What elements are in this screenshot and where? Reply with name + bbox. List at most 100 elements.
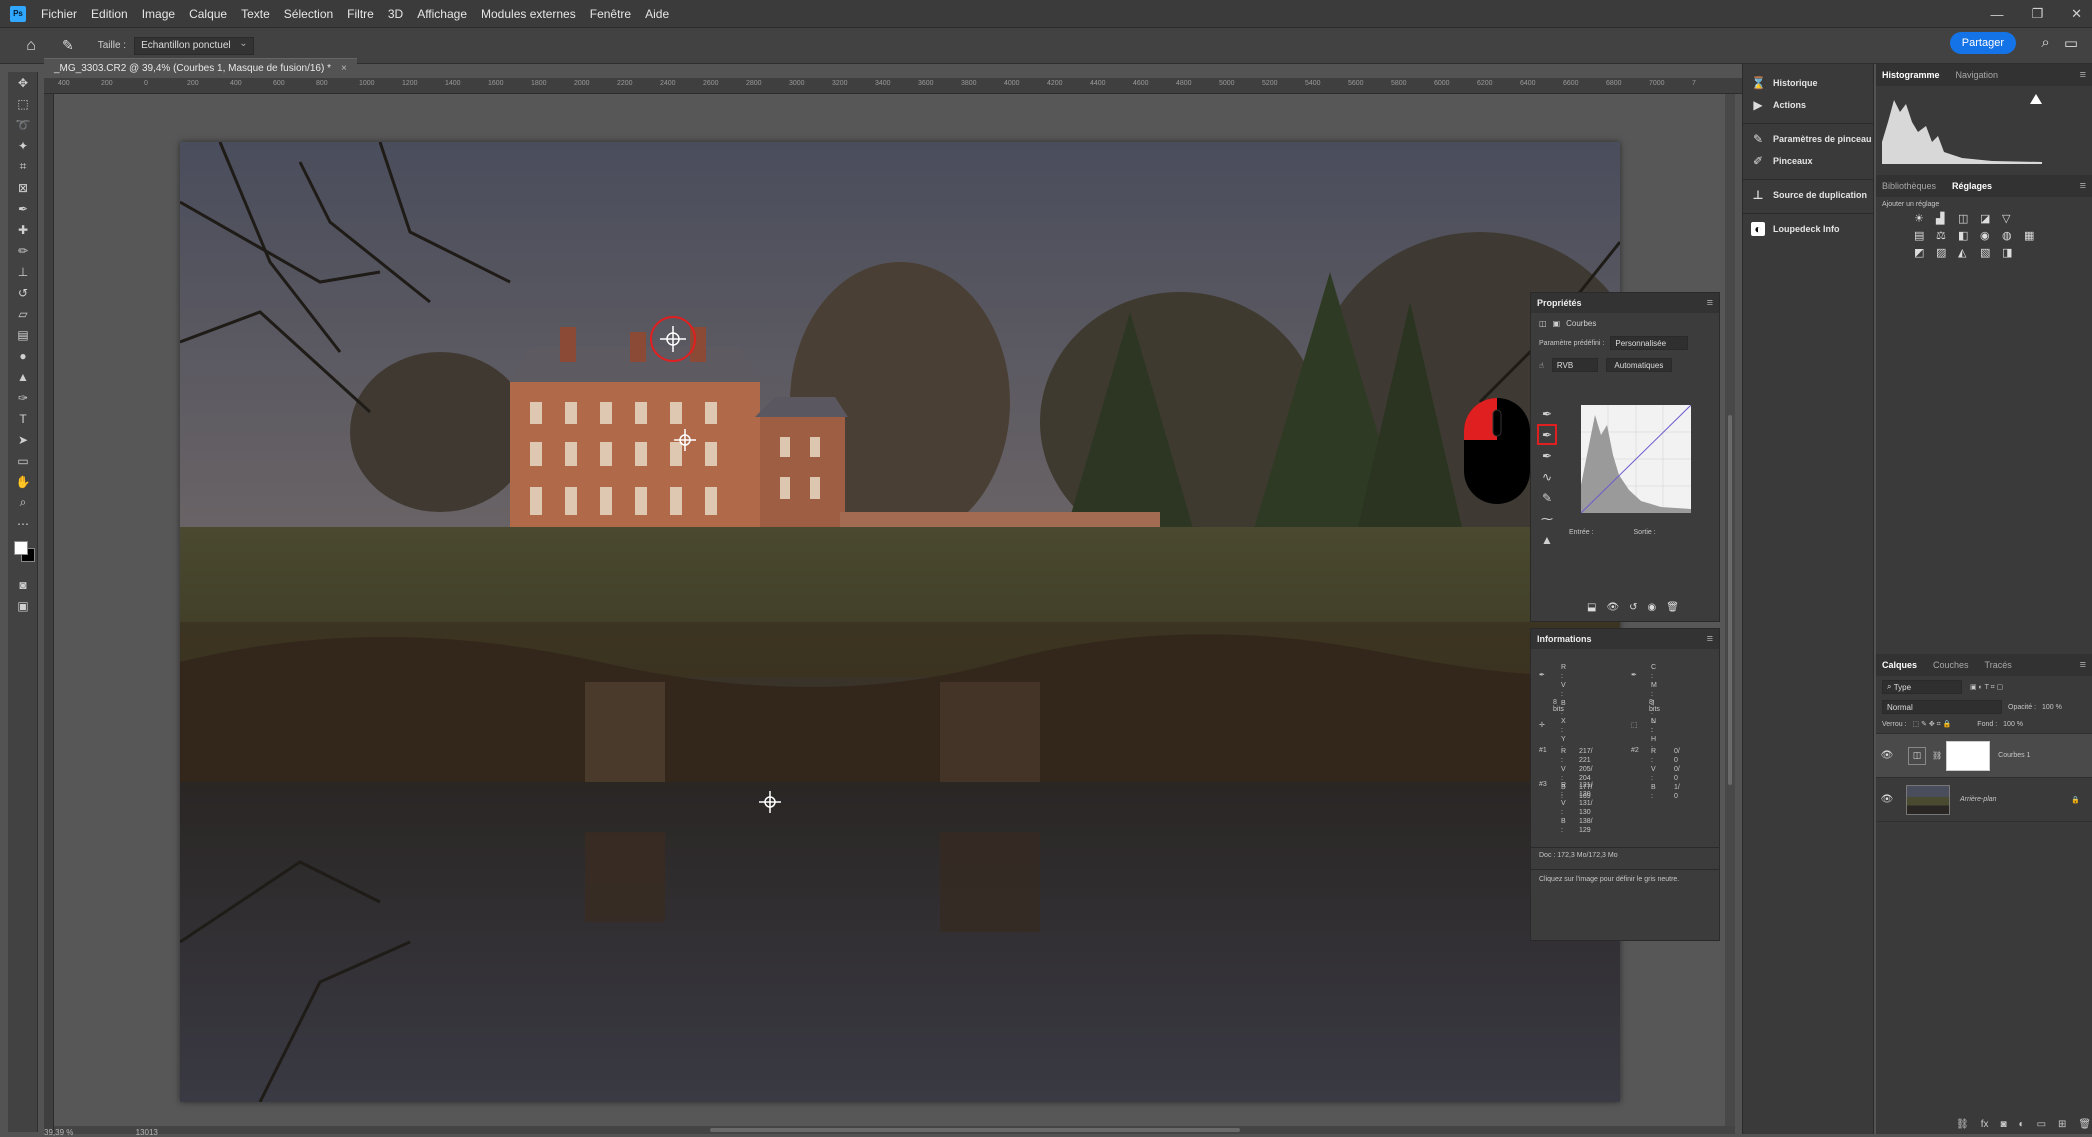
link-layers-icon[interactable]: ⛓ [1956, 1119, 1969, 1130]
sample-size-select[interactable]: Echantillon ponctuel [134, 36, 254, 55]
layer-name[interactable]: Courbes 1 [1998, 752, 2030, 759]
path-selection-icon[interactable]: ➤ [8, 429, 38, 450]
tab-histogramme[interactable]: Histogramme [1882, 70, 1940, 80]
close-icon[interactable]: ✕ [2071, 6, 2082, 22]
gray-point-eyedropper-icon[interactable]: ✒ [1537, 424, 1557, 445]
invert-icon[interactable]: ◩ [1914, 246, 1932, 259]
menu-texte[interactable]: Texte [234, 7, 277, 21]
preset-select[interactable]: Personnalisée [1610, 336, 1689, 350]
layer-filter-select[interactable]: ⌕ Type [1882, 680, 1962, 694]
threshold-icon[interactable]: ◭ [1958, 246, 1976, 259]
zoom-tool-icon[interactable]: ⌕ [8, 492, 38, 513]
color-swatches[interactable] [8, 534, 37, 574]
view-previous-icon[interactable]: 👁 [1606, 602, 1619, 613]
black-point-eyedropper-icon[interactable]: ✒ [1537, 403, 1557, 424]
menu-fenetre[interactable]: Fenêtre [583, 7, 638, 21]
layer-row-arriere-plan[interactable]: 👁 Arrière-plan 🔒 [1876, 778, 2092, 822]
dock-loupedeck[interactable]: ◐ Loupedeck Info [1743, 218, 1873, 240]
minimize-icon[interactable]: — [1990, 7, 2003, 22]
blur-tool-icon[interactable]: ● [8, 345, 38, 366]
dodge-tool-icon[interactable]: ▲ [8, 366, 38, 387]
workspace-icon[interactable]: ▭ [2064, 34, 2078, 52]
crop-tool-icon[interactable]: ⌗ [8, 156, 38, 177]
clip-to-layer-icon[interactable]: ⬓ [1587, 602, 1596, 613]
fx-icon[interactable]: fx [1981, 1119, 1989, 1130]
shape-tool-icon[interactable]: ▭ [8, 450, 38, 471]
dock-historique[interactable]: ⌛ Historique [1743, 72, 1873, 94]
quick-mask-icon[interactable]: ◙ [8, 574, 38, 595]
panel-menu-icon[interactable]: ≡ [1707, 633, 1713, 645]
layer-mask-thumbnail[interactable] [1946, 740, 1991, 771]
tab-reglages[interactable]: Réglages [1952, 181, 1992, 191]
menu-selection[interactable]: Sélection [277, 7, 340, 21]
eyedropper-icon[interactable]: ✒ [8, 198, 38, 219]
menu-fichier[interactable]: Fichier [34, 7, 84, 21]
new-layer-icon[interactable]: ⊞ [2058, 1119, 2066, 1130]
menu-modules-externes[interactable]: Modules externes [474, 7, 583, 21]
dock-clone-source[interactable]: ⊥ Source de duplication [1743, 184, 1873, 206]
opacity-value[interactable]: 100 % [2042, 704, 2062, 711]
vertical-scroll-thumb[interactable] [1728, 415, 1732, 785]
menu-filtre[interactable]: Filtre [340, 7, 381, 21]
stamp-tool-icon[interactable]: ⊥ [8, 261, 38, 282]
new-group-icon[interactable]: ▭ [2037, 1119, 2046, 1130]
vibrance-icon[interactable]: ▽ [2002, 212, 2020, 225]
new-adjustment-icon[interactable]: ◐ [2019, 1119, 2025, 1130]
color-balance-icon[interactable]: ⚖ [1936, 229, 1954, 242]
history-brush-icon[interactable]: ↺ [8, 282, 38, 303]
eraser-tool-icon[interactable]: ▱ [8, 303, 38, 324]
photo-filter-icon[interactable]: ◉ [1980, 229, 1998, 242]
visibility-eye-icon[interactable]: 👁 [1876, 794, 1898, 805]
visibility-icon[interactable]: ◉ [1648, 602, 1657, 613]
dock-brush-settings[interactable]: ✎ Paramètres de pinceau [1743, 128, 1873, 150]
tab-calques[interactable]: Calques [1882, 660, 1917, 670]
horizontal-scroll-thumb[interactable] [710, 1128, 1240, 1132]
posterize-icon[interactable]: ▨ [1936, 246, 1954, 259]
auto-button[interactable]: Automatiques [1605, 358, 1672, 372]
curves-icon[interactable]: ◫ [1958, 212, 1976, 225]
menu-edition[interactable]: Edition [84, 7, 135, 21]
home-icon[interactable]: ⌂ [20, 35, 42, 57]
tab-navigation[interactable]: Navigation [1956, 70, 1999, 80]
menu-image[interactable]: Image [135, 7, 182, 21]
on-image-adjust-icon[interactable]: ☝ [1539, 361, 1544, 370]
frame-tool-icon[interactable]: ⊠ [8, 177, 38, 198]
gradient-tool-icon[interactable]: ▤ [8, 324, 38, 345]
brightness-icon[interactable]: ☀ [1914, 212, 1932, 225]
healing-brush-icon[interactable]: ✚ [8, 219, 38, 240]
menu-3d[interactable]: 3D [381, 7, 410, 21]
levels-icon[interactable]: ▟ [1936, 212, 1954, 225]
share-button[interactable]: Partager [1949, 32, 2016, 54]
lock-icons[interactable]: ⬚ ✎ ✥ ⌗ 🔒 [1913, 720, 1952, 729]
selective-color-icon[interactable]: ◨ [2002, 246, 2020, 259]
pen-tool-icon[interactable]: ✑ [8, 387, 38, 408]
dock-actions[interactable]: ▶ Actions [1743, 94, 1873, 116]
close-document-icon[interactable]: × [341, 63, 347, 74]
pencil-curve-icon[interactable]: ✎ [1537, 487, 1557, 508]
marquee-tool-icon[interactable]: ⬚ [8, 93, 38, 114]
menu-calque[interactable]: Calque [182, 7, 234, 21]
tab-couches[interactable]: Couches [1933, 660, 1969, 670]
curves-graph[interactable] [1580, 404, 1692, 516]
mask-icon[interactable]: ▣ [1553, 319, 1561, 328]
brush-tool-icon[interactable]: ✏ [8, 240, 38, 261]
delete-layer-icon[interactable]: 🗑 [2078, 1119, 2091, 1130]
smooth-curve-icon[interactable]: ⁓ [1537, 508, 1557, 529]
reset-icon[interactable]: ↺ [1629, 602, 1637, 613]
channel-select[interactable]: RVB [1551, 358, 1598, 372]
fill-value[interactable]: 100 % [2003, 721, 2023, 728]
white-point-eyedropper-icon[interactable]: ✒ [1537, 445, 1557, 466]
gradient-map-icon[interactable]: ▧ [1980, 246, 1998, 259]
blend-mode-select[interactable]: Normal [1882, 700, 2002, 714]
black-white-icon[interactable]: ◧ [1958, 229, 1976, 242]
eyedropper-tool-icon[interactable]: ✎ [62, 37, 74, 54]
tab-bibliotheques[interactable]: Bibliothèques [1882, 181, 1936, 191]
more-tools-icon[interactable]: ⋯ [8, 513, 38, 534]
search-icon[interactable]: ⌕ [2041, 34, 2049, 52]
filter-icons[interactable]: ▣ ◐ T ⌗ ▢ [1970, 683, 2003, 692]
restore-icon[interactable]: ❐ [2031, 6, 2043, 22]
delete-icon[interactable]: 🗑 [1666, 602, 1679, 613]
foreground-color-swatch[interactable] [14, 541, 28, 555]
dock-brushes[interactable]: ✐ Pinceaux [1743, 150, 1873, 172]
lasso-tool-icon[interactable]: ➰ [8, 114, 38, 135]
